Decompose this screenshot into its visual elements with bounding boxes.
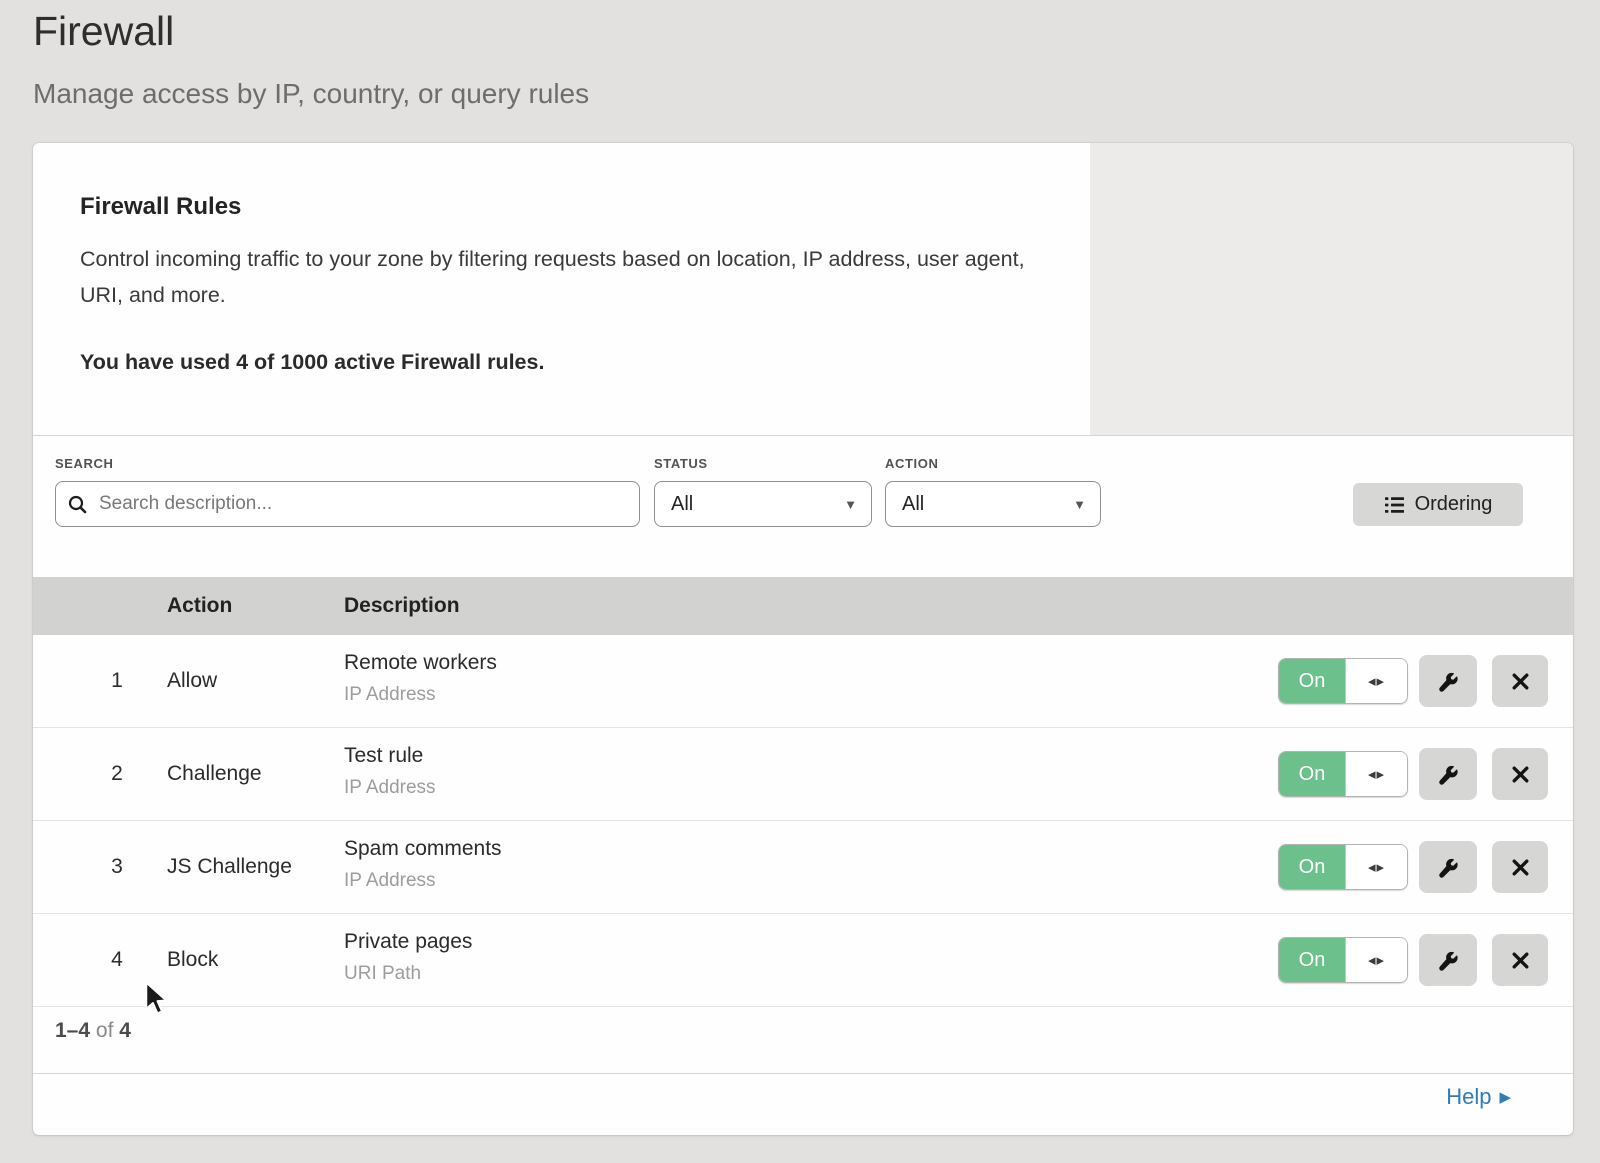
row-action: JS Challenge xyxy=(167,821,292,913)
toggle-drag-handle[interactable]: ◂▸ xyxy=(1345,752,1407,796)
firewall-rules-card: Create a Firewall rule Firewall Rules Co… xyxy=(33,143,1573,1135)
close-icon xyxy=(1510,671,1531,692)
row-number: 2 xyxy=(103,728,131,820)
delete-rule-button[interactable] xyxy=(1492,748,1548,800)
move-horizontal-icon: ◂▸ xyxy=(1368,672,1385,690)
ordering-button[interactable]: Ordering xyxy=(1353,483,1523,526)
toggle-drag-handle[interactable]: ◂▸ xyxy=(1345,938,1407,982)
table-row: 3 JS Challenge Spam comments IP Address … xyxy=(33,821,1573,914)
move-horizontal-icon: ◂▸ xyxy=(1368,951,1385,969)
section-divider xyxy=(33,435,1573,436)
arrow-right-icon: ▶ xyxy=(1499,1088,1511,1106)
pagination-total: 4 xyxy=(119,1019,131,1042)
help-link[interactable]: Help ▶ xyxy=(1446,1084,1511,1110)
row-description: Spam comments xyxy=(344,837,502,861)
row-action: Challenge xyxy=(167,728,262,820)
ordering-button-label: Ordering xyxy=(1415,493,1493,516)
row-number: 1 xyxy=(103,635,131,727)
rule-enabled-toggle[interactable]: On ◂▸ xyxy=(1278,751,1408,797)
page-title: Firewall xyxy=(33,8,174,55)
wrench-icon xyxy=(1437,670,1460,693)
row-action: Block xyxy=(167,914,218,1006)
firewall-page: Firewall Manage access by IP, country, o… xyxy=(0,0,1600,1163)
search-input[interactable] xyxy=(97,492,627,516)
toggle-drag-handle[interactable]: ◂▸ xyxy=(1345,659,1407,703)
delete-rule-button[interactable] xyxy=(1492,934,1548,986)
status-dropdown[interactable]: All ▼ xyxy=(654,481,872,527)
edit-rule-button[interactable] xyxy=(1419,655,1477,707)
row-match-type: IP Address xyxy=(344,684,436,706)
edit-rule-button[interactable] xyxy=(1419,841,1477,893)
row-description: Test rule xyxy=(344,744,423,768)
row-match-type: URI Path xyxy=(344,963,421,985)
action-dropdown-value: All xyxy=(902,493,924,516)
move-horizontal-icon: ◂▸ xyxy=(1368,765,1385,783)
close-icon xyxy=(1510,857,1531,878)
table-row: 4 Block Private pages URI Path On ◂▸ xyxy=(33,914,1573,1007)
row-match-type: IP Address xyxy=(344,777,436,799)
pagination-of: of xyxy=(96,1019,114,1042)
column-header-action: Action xyxy=(167,594,232,618)
page-subtitle: Manage access by IP, country, or query r… xyxy=(33,78,589,110)
action-label: ACTION xyxy=(885,456,938,471)
row-description: Remote workers xyxy=(344,651,497,675)
search-icon xyxy=(68,495,87,514)
row-match-type: IP Address xyxy=(344,870,436,892)
edit-rule-button[interactable] xyxy=(1419,934,1477,986)
status-dropdown-value: All xyxy=(671,493,693,516)
toggle-drag-handle[interactable]: ◂▸ xyxy=(1345,845,1407,889)
row-description: Private pages xyxy=(344,930,472,954)
row-action: Allow xyxy=(167,635,217,727)
pagination-range: 1–4 xyxy=(55,1019,90,1042)
toggle-on-label[interactable]: On xyxy=(1279,845,1345,889)
status-label: STATUS xyxy=(654,456,708,471)
edit-rule-button[interactable] xyxy=(1419,748,1477,800)
footer-divider xyxy=(33,1073,1573,1074)
column-header-description: Description xyxy=(344,594,460,618)
toggle-on-label[interactable]: On xyxy=(1279,659,1345,703)
search-box xyxy=(55,481,640,527)
rule-enabled-toggle[interactable]: On ◂▸ xyxy=(1278,658,1408,704)
table-row: 2 Challenge Test rule IP Address On ◂▸ xyxy=(33,728,1573,821)
toggle-on-label[interactable]: On xyxy=(1279,938,1345,982)
pagination: 1–4 of 4 xyxy=(55,1019,131,1043)
ordered-list-icon xyxy=(1384,495,1405,515)
close-icon xyxy=(1510,950,1531,971)
rules-card-title: Firewall Rules xyxy=(80,193,241,221)
help-link-label: Help xyxy=(1446,1084,1491,1110)
delete-rule-button[interactable] xyxy=(1492,655,1548,707)
wrench-icon xyxy=(1437,949,1460,972)
chevron-down-icon: ▼ xyxy=(844,497,857,512)
row-number: 3 xyxy=(103,821,131,913)
rules-table-body: 1 Allow Remote workers IP Address On ◂▸ … xyxy=(33,635,1573,1007)
search-label: SEARCH xyxy=(55,456,114,471)
wrench-icon xyxy=(1437,763,1460,786)
rule-enabled-toggle[interactable]: On ◂▸ xyxy=(1278,937,1408,983)
move-horizontal-icon: ◂▸ xyxy=(1368,858,1385,876)
rule-enabled-toggle[interactable]: On ◂▸ xyxy=(1278,844,1408,890)
create-rule-panel: Create a Firewall rule xyxy=(1090,143,1573,435)
rules-card-description: Control incoming traffic to your zone by… xyxy=(80,241,1030,313)
delete-rule-button[interactable] xyxy=(1492,841,1548,893)
action-dropdown[interactable]: All ▼ xyxy=(885,481,1101,527)
rules-usage-text: You have used 4 of 1000 active Firewall … xyxy=(80,350,544,375)
close-icon xyxy=(1510,764,1531,785)
toggle-on-label[interactable]: On xyxy=(1279,752,1345,796)
row-number: 4 xyxy=(103,914,131,1006)
chevron-down-icon: ▼ xyxy=(1073,497,1086,512)
table-row: 1 Allow Remote workers IP Address On ◂▸ xyxy=(33,635,1573,728)
wrench-icon xyxy=(1437,856,1460,879)
table-header: Action Description xyxy=(33,577,1573,635)
